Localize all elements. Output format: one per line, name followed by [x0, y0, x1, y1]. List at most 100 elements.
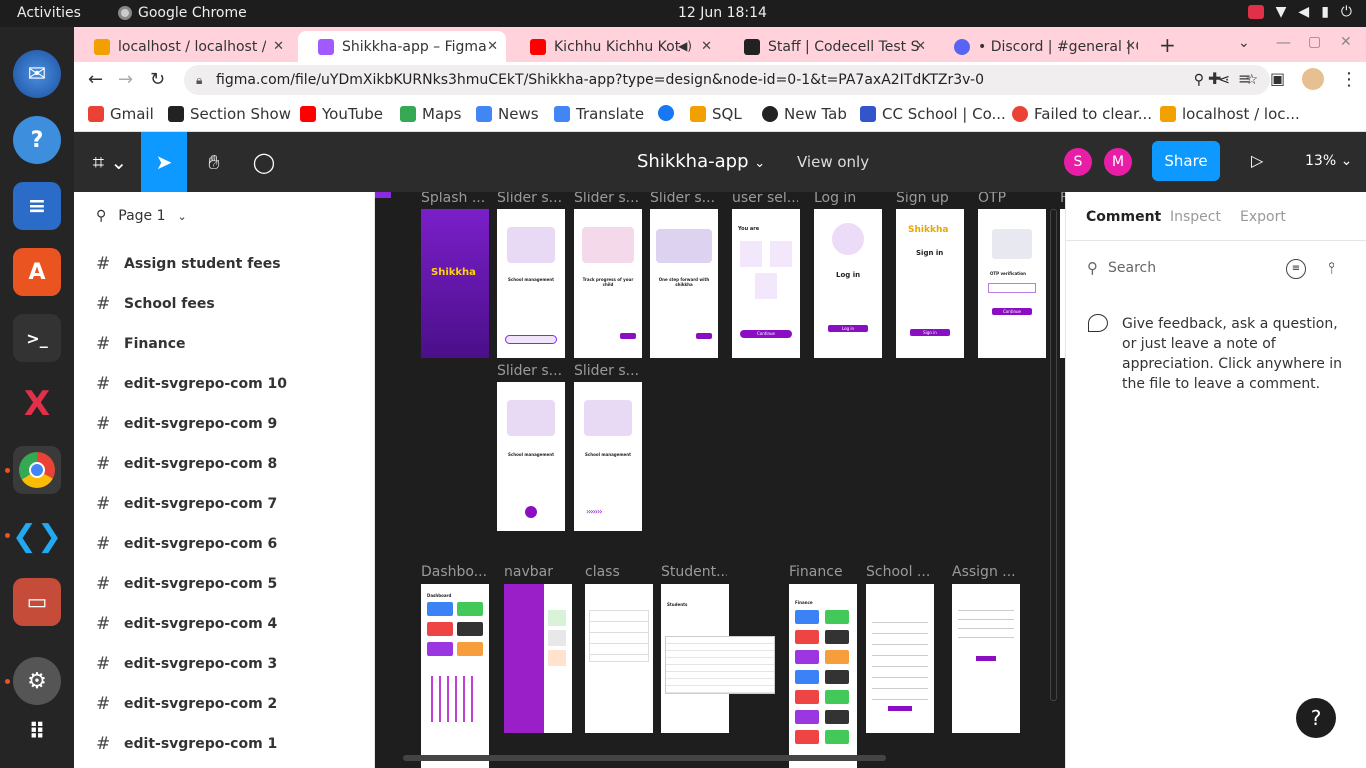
- app-menu[interactable]: Google Chrome: [118, 5, 247, 21]
- tab-inspect[interactable]: Inspect: [1170, 209, 1221, 225]
- bookmark-translate[interactable]: Translate: [554, 105, 644, 123]
- file-title[interactable]: Shikkha-app ⌄: [637, 151, 765, 172]
- filter-icon[interactable]: ≡: [1286, 259, 1306, 279]
- move-tool[interactable]: ➤: [141, 132, 187, 192]
- tab-youtube[interactable]: Kichhu Kichhu Kot ◀) ✕: [510, 31, 720, 62]
- layer-item[interactable]: # edit-svgrepo-com 3: [96, 654, 277, 674]
- menu-icon[interactable]: ⋮: [1340, 69, 1358, 90]
- frame-finance[interactable]: Finance: [789, 584, 857, 768]
- close-icon[interactable]: ✕: [487, 39, 498, 54]
- bookmark-failed-to-clear[interactable]: Failed to clear...: [1012, 105, 1152, 123]
- layer-item[interactable]: # edit-svgrepo-com 1: [96, 734, 277, 754]
- comment-search[interactable]: ⚲ Search: [1087, 259, 1156, 277]
- tab-export[interactable]: Export: [1240, 209, 1286, 225]
- layer-item[interactable]: # edit-svgrepo-com 4: [96, 614, 277, 634]
- writer-icon[interactable]: ≡: [13, 182, 61, 230]
- profile-avatar[interactable]: [1302, 68, 1324, 90]
- frame-assign-fees[interactable]: [952, 584, 1020, 733]
- frame-students[interactable]: Students: [661, 584, 775, 733]
- extensions-icon[interactable]: ✚: [1208, 69, 1221, 88]
- frame-navbar[interactable]: [504, 584, 572, 733]
- bookmark-new-tab[interactable]: New Tab: [762, 105, 847, 123]
- frame-class[interactable]: [585, 584, 653, 733]
- frame-label[interactable]: user sel...: [732, 192, 798, 206]
- vscode-icon[interactable]: ❮❯: [12, 512, 62, 560]
- frame-label[interactable]: navbar: [504, 564, 570, 580]
- help-icon[interactable]: ?: [13, 116, 61, 164]
- layer-item[interactable]: # edit-svgrepo-com 2: [96, 694, 277, 714]
- new-tab-button[interactable]: +: [1159, 33, 1176, 57]
- frame-label[interactable]: Slider s...: [497, 192, 563, 206]
- comment-tool[interactable]: ◯: [241, 132, 287, 192]
- layer-item[interactable]: # School fees: [96, 294, 215, 314]
- layer-item[interactable]: # edit-svgrepo-com 5: [96, 574, 277, 594]
- tab-figma[interactable]: Shikkha-app – Figma ✕: [298, 31, 506, 62]
- zoom-icon[interactable]: ⚲: [1194, 65, 1204, 95]
- address-bar[interactable]: 🔒︎ figma.com/file/uYDmXikbKURNks3hmuCEkT…: [184, 65, 1270, 95]
- thunderbird-icon[interactable]: ✉: [13, 50, 61, 98]
- layer-item[interactable]: # Assign student fees: [96, 254, 281, 274]
- bookmark-localhost[interactable]: localhost / loc...: [1160, 105, 1300, 123]
- zoom-dropdown[interactable]: 13% ⌄: [1305, 153, 1352, 169]
- layer-item[interactable]: # edit-svgrepo-com 10: [96, 374, 287, 394]
- software-center-icon[interactable]: A: [13, 248, 61, 296]
- settings-sliders-icon[interactable]: ⫯: [1328, 258, 1335, 278]
- design-canvas[interactable]: Splash ... Slider s... Slider s... Slide…: [375, 192, 1065, 768]
- bookmark-youtube[interactable]: YouTube: [300, 105, 383, 123]
- present-icon[interactable]: ▷: [1251, 151, 1263, 170]
- frame-slider-4[interactable]: School management: [497, 382, 565, 531]
- terminal-icon[interactable]: >_: [13, 314, 61, 362]
- minimize-button[interactable]: —: [1276, 33, 1291, 51]
- share-button[interactable]: Share: [1152, 141, 1220, 181]
- bookmark-facebook[interactable]: [658, 105, 674, 121]
- back-icon[interactable]: ←: [88, 69, 103, 90]
- system-tray[interactable]: ▼ ◀ ▮ ⏻: [1247, 4, 1352, 20]
- frame-label[interactable]: class: [585, 564, 651, 580]
- avatar[interactable]: S: [1064, 148, 1092, 176]
- close-icon[interactable]: ✕: [1125, 39, 1136, 54]
- vertical-scrollbar[interactable]: [1050, 209, 1057, 701]
- avatar[interactable]: M: [1104, 148, 1132, 176]
- bookmark-news[interactable]: News: [476, 105, 539, 123]
- frame-label[interactable]: Student...: [661, 564, 727, 580]
- frame-slider-2[interactable]: Track progress of your child: [574, 209, 642, 358]
- frame-label[interactable]: Assign ...: [952, 564, 1018, 580]
- frame-user-select[interactable]: You are Continue: [732, 209, 800, 358]
- help-button[interactable]: ?: [1296, 698, 1336, 738]
- bookmark-cc-school[interactable]: CC School | Co...: [860, 105, 1006, 123]
- chrome-dock-icon[interactable]: [13, 446, 61, 494]
- maximize-button[interactable]: ▢: [1308, 34, 1321, 50]
- bookmark-gmail[interactable]: Gmail: [88, 105, 154, 123]
- settings-icon[interactable]: ⚙: [13, 657, 61, 705]
- frame-label[interactable]: Slider s...: [574, 192, 640, 206]
- xampp-icon[interactable]: X: [13, 380, 61, 428]
- figma-menu-button[interactable]: ⌗ ⌄: [84, 132, 136, 192]
- search-icon[interactable]: ⚲: [96, 208, 106, 224]
- page-selector[interactable]: ⚲ Page 1 ⌄: [96, 208, 187, 224]
- files-icon[interactable]: ▭: [13, 578, 61, 626]
- speaker-icon[interactable]: ◀): [678, 39, 692, 53]
- layer-item[interactable]: # edit-svgrepo-com 6: [96, 534, 277, 554]
- close-icon[interactable]: ✕: [701, 39, 712, 54]
- tab-search-button[interactable]: ⌄: [1238, 35, 1250, 51]
- layer-item[interactable]: # edit-svgrepo-com 8: [96, 454, 277, 474]
- tab-phpmyadmin[interactable]: localhost / localhost / ✕: [74, 31, 292, 62]
- frame-label[interactable]: Dashbo...: [421, 564, 487, 580]
- frame-slider-5[interactable]: School management ›››››››: [574, 382, 642, 531]
- close-icon[interactable]: ✕: [915, 39, 926, 54]
- layer-item[interactable]: # edit-svgrepo-com 7: [96, 494, 277, 514]
- bookmark-maps[interactable]: Maps: [400, 105, 461, 123]
- frame-login[interactable]: Log in Log in: [814, 209, 882, 358]
- frame-school-fees[interactable]: [866, 584, 934, 733]
- frame-dashboard[interactable]: Dashboard: [421, 584, 489, 768]
- media-icon[interactable]: ≡: [1238, 69, 1251, 88]
- close-window-button[interactable]: ✕: [1340, 34, 1352, 50]
- activities-button[interactable]: Activities: [17, 5, 81, 21]
- bookmark-sql[interactable]: SQL: [690, 105, 742, 123]
- frame-label[interactable]: Slider s...: [650, 192, 716, 206]
- clock[interactable]: 12 Jun 18:14: [678, 5, 767, 21]
- tab-codecell[interactable]: Staff | Codecell Test S ✕: [724, 31, 934, 62]
- frame-signup[interactable]: Shikkha Sign in Sign in: [896, 209, 964, 358]
- frame-slider-3[interactable]: One step forward with shikkha: [650, 209, 718, 358]
- frame-label[interactable]: Log in: [814, 192, 880, 206]
